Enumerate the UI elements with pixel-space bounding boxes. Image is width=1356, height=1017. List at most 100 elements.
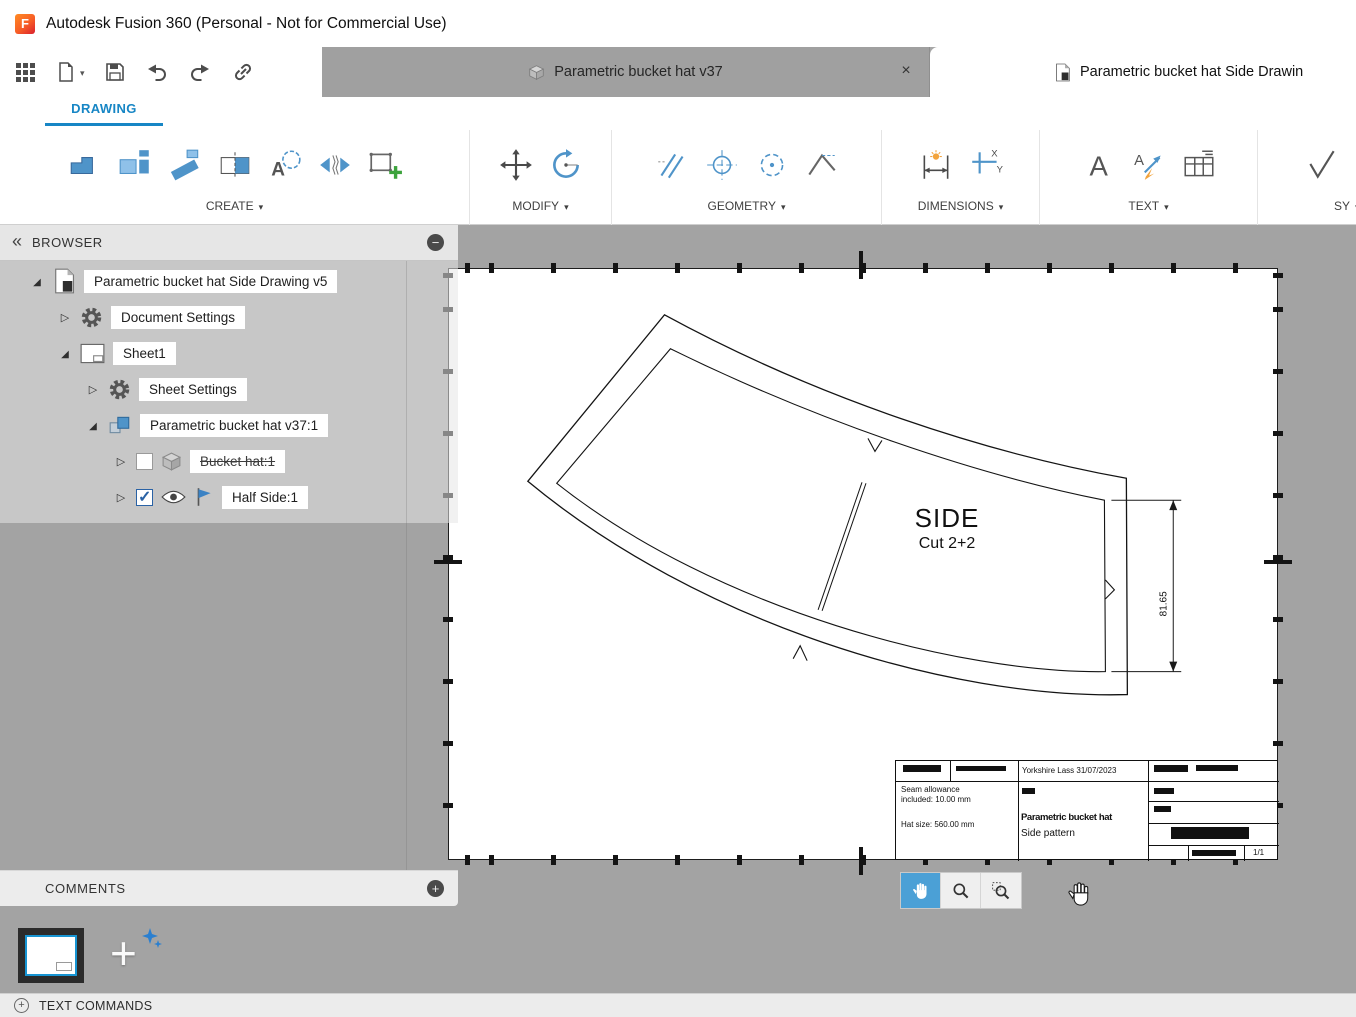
- surface-texture-button[interactable]: [1299, 140, 1345, 190]
- status-bar: TEXT COMMANDS: [0, 993, 1356, 1017]
- group-dimensions: XY DIMENSIONS: [882, 130, 1040, 225]
- browser-panel: BROWSER Parametric bucket hat Side Drawi…: [0, 225, 458, 870]
- titlebar: Autodesk Fusion 360 (Personal - Not for …: [0, 0, 1356, 47]
- tree-label[interactable]: Sheet Settings: [139, 377, 247, 401]
- projected-view-button[interactable]: [112, 140, 158, 190]
- section-view-button[interactable]: [212, 140, 258, 190]
- browser-title: BROWSER: [32, 235, 103, 250]
- tree-label[interactable]: Document Settings: [111, 305, 246, 329]
- rotate-button[interactable]: [543, 140, 589, 190]
- center-mark-button[interactable]: [699, 140, 745, 190]
- share-link-icon[interactable]: [231, 60, 255, 84]
- component-icon: [108, 414, 132, 436]
- titleblock-note-3: Hat size: 560.00 mm: [901, 820, 975, 829]
- tree-row-half-side[interactable]: Half Side:1: [0, 479, 458, 515]
- tree-row-document-settings[interactable]: Document Settings: [0, 299, 458, 335]
- tree-label[interactable]: Half Side:1: [222, 485, 309, 509]
- text-button[interactable]: A: [1076, 140, 1122, 190]
- ordinate-dimension-button[interactable]: XY: [963, 140, 1009, 190]
- expand-text-commands-icon[interactable]: [14, 998, 29, 1013]
- expand-toggle-icon[interactable]: [58, 344, 72, 362]
- tab-parametric-bucket-hat-v37[interactable]: Parametric bucket hat v37: [322, 47, 930, 97]
- geometry-menu[interactable]: GEOMETRY: [708, 199, 786, 213]
- minimize-panel-icon[interactable]: [427, 234, 444, 251]
- tab-label[interactable]: Parametric bucket hat Side Drawin: [1080, 64, 1303, 80]
- visibility-checkbox-checked[interactable]: [136, 487, 153, 507]
- center-mark-pattern-button[interactable]: [749, 140, 795, 190]
- expand-toggle-icon[interactable]: [86, 416, 100, 434]
- zoom-button[interactable]: [941, 873, 981, 908]
- detail-view-button[interactable]: A: [262, 140, 308, 190]
- collapse-panel-icon[interactable]: [12, 231, 22, 252]
- titleblock-bar: [1171, 827, 1249, 839]
- group-geometry: GEOMETRY: [612, 130, 882, 225]
- expand-toggle-icon[interactable]: [58, 308, 72, 326]
- undo-icon[interactable]: [145, 60, 169, 84]
- app-grid-icon[interactable]: [14, 61, 36, 83]
- tree-row-component-v37[interactable]: Parametric bucket hat v37:1: [0, 407, 458, 443]
- tree-row-sheet-settings[interactable]: Sheet Settings: [0, 371, 458, 407]
- titleblock-bar: [1154, 788, 1174, 794]
- tree-label[interactable]: Bucket hat:1: [190, 449, 286, 473]
- tab-drawing[interactable]: DRAWING: [45, 101, 163, 126]
- edge-extension-button[interactable]: [799, 140, 845, 190]
- tree-row-drawing-root[interactable]: Parametric bucket hat Side Drawing v5: [0, 263, 458, 299]
- symbols-menu[interactable]: SY: [1334, 199, 1356, 213]
- dimension-button[interactable]: [913, 140, 959, 190]
- expand-toggle-icon[interactable]: [114, 488, 128, 506]
- file-menu-icon[interactable]: [55, 61, 85, 83]
- eye-icon[interactable]: [161, 489, 186, 505]
- chevron-down-icon: [77, 63, 85, 81]
- add-comment-icon[interactable]: [427, 880, 444, 897]
- expand-toggle-icon[interactable]: [86, 380, 100, 398]
- flag-icon[interactable]: [194, 486, 214, 508]
- create-menu[interactable]: CREATE: [206, 199, 263, 213]
- titleblock-sheet-number: 1/1: [1253, 848, 1265, 857]
- create-sketch-button[interactable]: [362, 140, 408, 190]
- tree-label[interactable]: Parametric bucket hat Side Drawing v5: [84, 269, 338, 293]
- group-text: A A TEXT: [1040, 130, 1258, 225]
- pan-button[interactable]: [901, 873, 941, 908]
- titleblock-bar: [1154, 765, 1188, 772]
- gear-icon: [80, 306, 103, 329]
- tree-label[interactable]: Parametric bucket hat v37:1: [140, 413, 329, 437]
- expand-toggle-icon[interactable]: [114, 452, 128, 470]
- move-button[interactable]: [493, 140, 539, 190]
- grain-line: [817, 482, 867, 612]
- svg-text:A: A: [271, 160, 285, 181]
- dimensions-menu[interactable]: DIMENSIONS: [918, 199, 1004, 213]
- quick-access-toolbar: [0, 47, 322, 97]
- modify-menu[interactable]: MODIFY: [512, 199, 568, 213]
- tree-label[interactable]: Sheet1: [113, 341, 176, 365]
- visibility-checkbox-unchecked[interactable]: [136, 452, 153, 470]
- break-view-button[interactable]: [312, 140, 358, 190]
- redo-icon[interactable]: [188, 60, 212, 84]
- text-commands-label[interactable]: TEXT COMMANDS: [39, 999, 152, 1013]
- chevron-down-icon: [259, 199, 264, 213]
- expand-toggle-icon[interactable]: [30, 272, 44, 290]
- leader-text-button[interactable]: A: [1126, 140, 1172, 190]
- new-sheet-button[interactable]: +: [104, 928, 164, 982]
- title-block: Yorkshire Lass 31/07/2023 Seam allowance…: [895, 760, 1279, 861]
- group-symbols: SY: [1258, 130, 1356, 225]
- hand-cursor: [1068, 882, 1089, 906]
- titleblock-title-2: Side pattern: [1021, 828, 1075, 839]
- document-tabs: Parametric bucket hat v37 Parametric buc…: [322, 47, 1356, 97]
- comments-bar[interactable]: COMMENTS: [0, 870, 458, 906]
- tree-row-sheet1[interactable]: Sheet1: [0, 335, 458, 371]
- auxiliary-view-button[interactable]: [162, 140, 208, 190]
- zoom-window-button[interactable]: [981, 873, 1021, 908]
- tab-parametric-bucket-hat-side-drawing[interactable]: Parametric bucket hat Side Drawin: [930, 47, 1356, 97]
- centerline-button[interactable]: [649, 140, 695, 190]
- tree-row-bucket-hat[interactable]: Bucket hat:1: [0, 443, 458, 479]
- text-menu[interactable]: TEXT: [1128, 199, 1168, 213]
- save-icon[interactable]: [104, 61, 126, 83]
- table-button[interactable]: [1176, 140, 1222, 190]
- ribbon: DRAWING A CREATE MODIFY: [0, 97, 1356, 225]
- center-mark-bottom: [859, 847, 863, 875]
- close-icon[interactable]: [896, 60, 916, 82]
- sheet1-thumbnail[interactable]: [18, 928, 84, 983]
- base-view-button[interactable]: [62, 140, 108, 190]
- titleblock-note-2: included: 10.00 mm: [901, 795, 971, 804]
- tab-label[interactable]: Parametric bucket hat v37: [554, 64, 722, 80]
